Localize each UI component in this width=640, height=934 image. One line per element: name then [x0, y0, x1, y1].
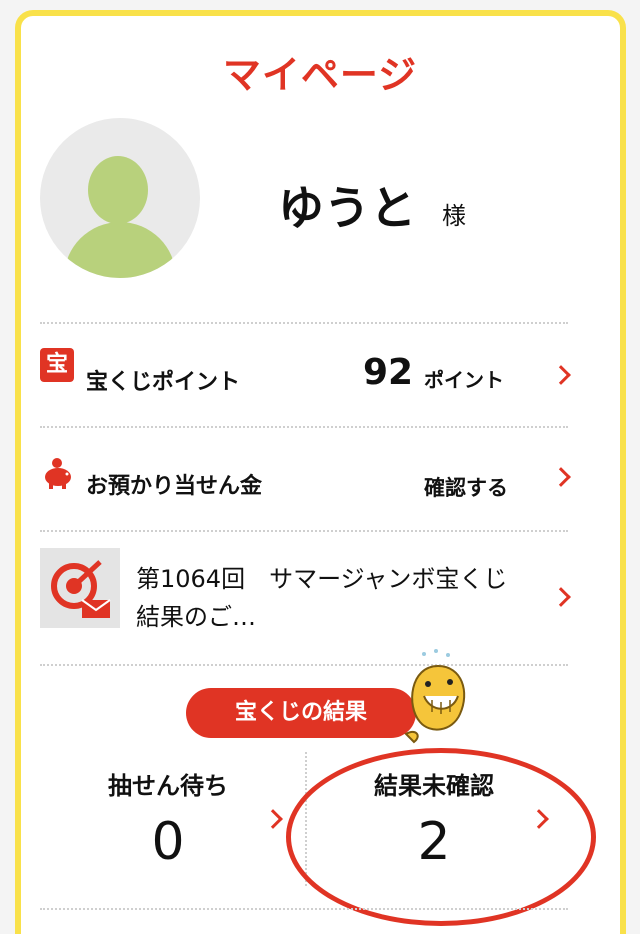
divider	[40, 530, 568, 532]
divider	[40, 908, 568, 910]
points-unit: ポイント	[424, 368, 504, 392]
divider	[40, 664, 568, 666]
whale-mascot	[404, 649, 466, 744]
user-name: ゆうと	[278, 181, 416, 235]
takarakuji-icon: 宝	[40, 348, 74, 382]
avatar-icon[interactable]	[40, 118, 200, 278]
news-text[interactable]: 第1064回 サマージャンボ宝くじ結果のご…	[136, 560, 516, 636]
divider	[40, 426, 568, 428]
points-label[interactable]: 宝くじポイント	[86, 364, 240, 396]
target-mail-icon	[40, 548, 120, 628]
piggy-bank-icon	[45, 458, 71, 489]
results-tag: 宝くじの結果	[186, 688, 416, 738]
page-title: マイページ	[222, 53, 418, 97]
deposit-label[interactable]: お預かり当せん金	[86, 468, 262, 500]
deposit-confirm-link[interactable]: 確認する	[424, 472, 508, 502]
user-honorific: 様	[442, 202, 466, 230]
points-value: 92	[363, 352, 414, 393]
highlight-ring	[286, 748, 596, 926]
pending-label[interactable]: 抽せん待ち	[68, 766, 268, 801]
divider	[40, 322, 568, 324]
pending-count[interactable]: 0	[68, 812, 268, 872]
